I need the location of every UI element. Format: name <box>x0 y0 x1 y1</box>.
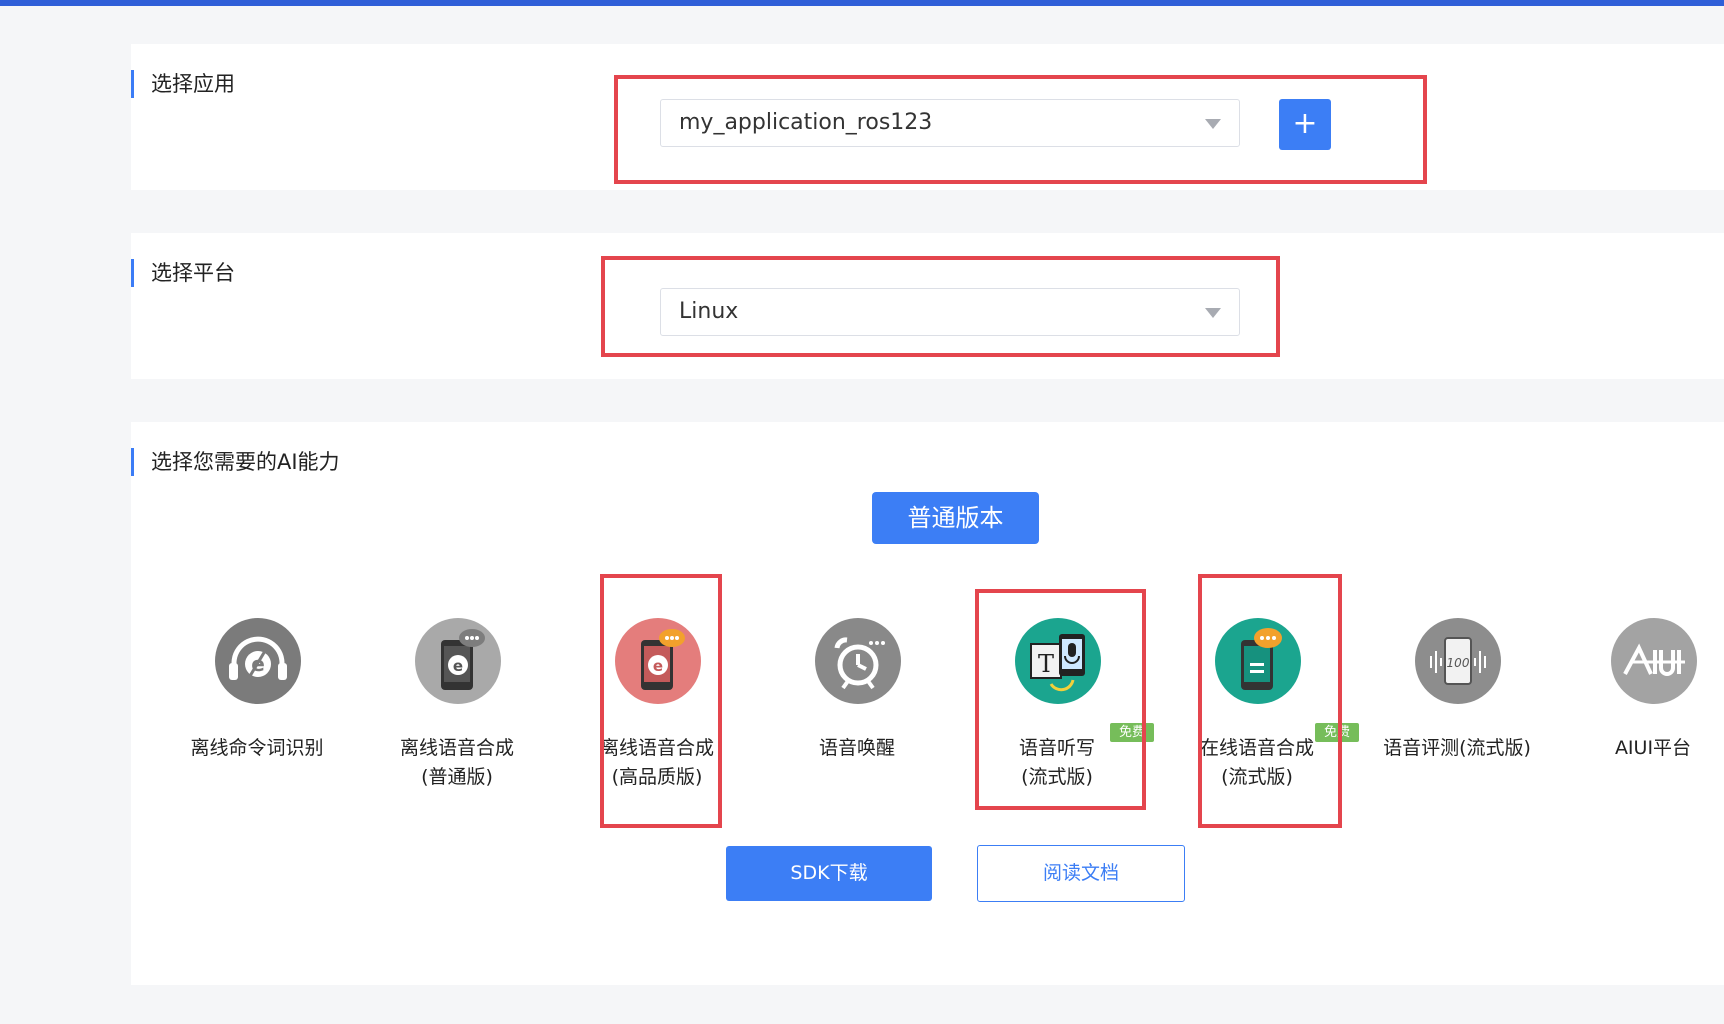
waveform-score-icon: 100 <box>1415 618 1501 704</box>
highlight-box-offline-tts-premium <box>600 574 722 828</box>
phone-speech-icon: e <box>415 618 501 704</box>
highlight-box-platform <box>601 256 1280 357</box>
ai-capabilities-title: 选择您需要的AI能力 <box>131 448 340 476</box>
select-platform-title: 选择平台 <box>131 259 235 287</box>
highlight-box-app <box>614 75 1427 184</box>
alarm-clock-icon <box>815 618 901 704</box>
capability-label: 离线命令词识别 <box>190 737 324 759</box>
highlight-box-speech-dictation <box>975 589 1146 810</box>
highlight-box-online-tts-streaming <box>1198 574 1342 828</box>
read-docs-button[interactable]: 阅读文档 <box>977 845 1185 902</box>
headset-microphone-icon: e <box>215 618 301 704</box>
svg-text:100: 100 <box>1447 656 1470 670</box>
capability-label: 语音评测(流式版) <box>1383 737 1531 759</box>
capability-label: 离线语音合成 (普通版) <box>399 737 514 788</box>
capability-label: 语音唤醒 <box>818 737 895 759</box>
sdk-download-button[interactable]: SDK下载 <box>726 846 932 901</box>
select-app-title: 选择应用 <box>131 70 235 98</box>
aiui-logo-icon <box>1611 618 1697 704</box>
svg-text:e: e <box>453 657 463 675</box>
version-normal-button[interactable]: 普通版本 <box>872 492 1039 544</box>
capability-label: AIUI平台 <box>1614 737 1692 759</box>
top-accent-bar <box>0 0 1724 6</box>
